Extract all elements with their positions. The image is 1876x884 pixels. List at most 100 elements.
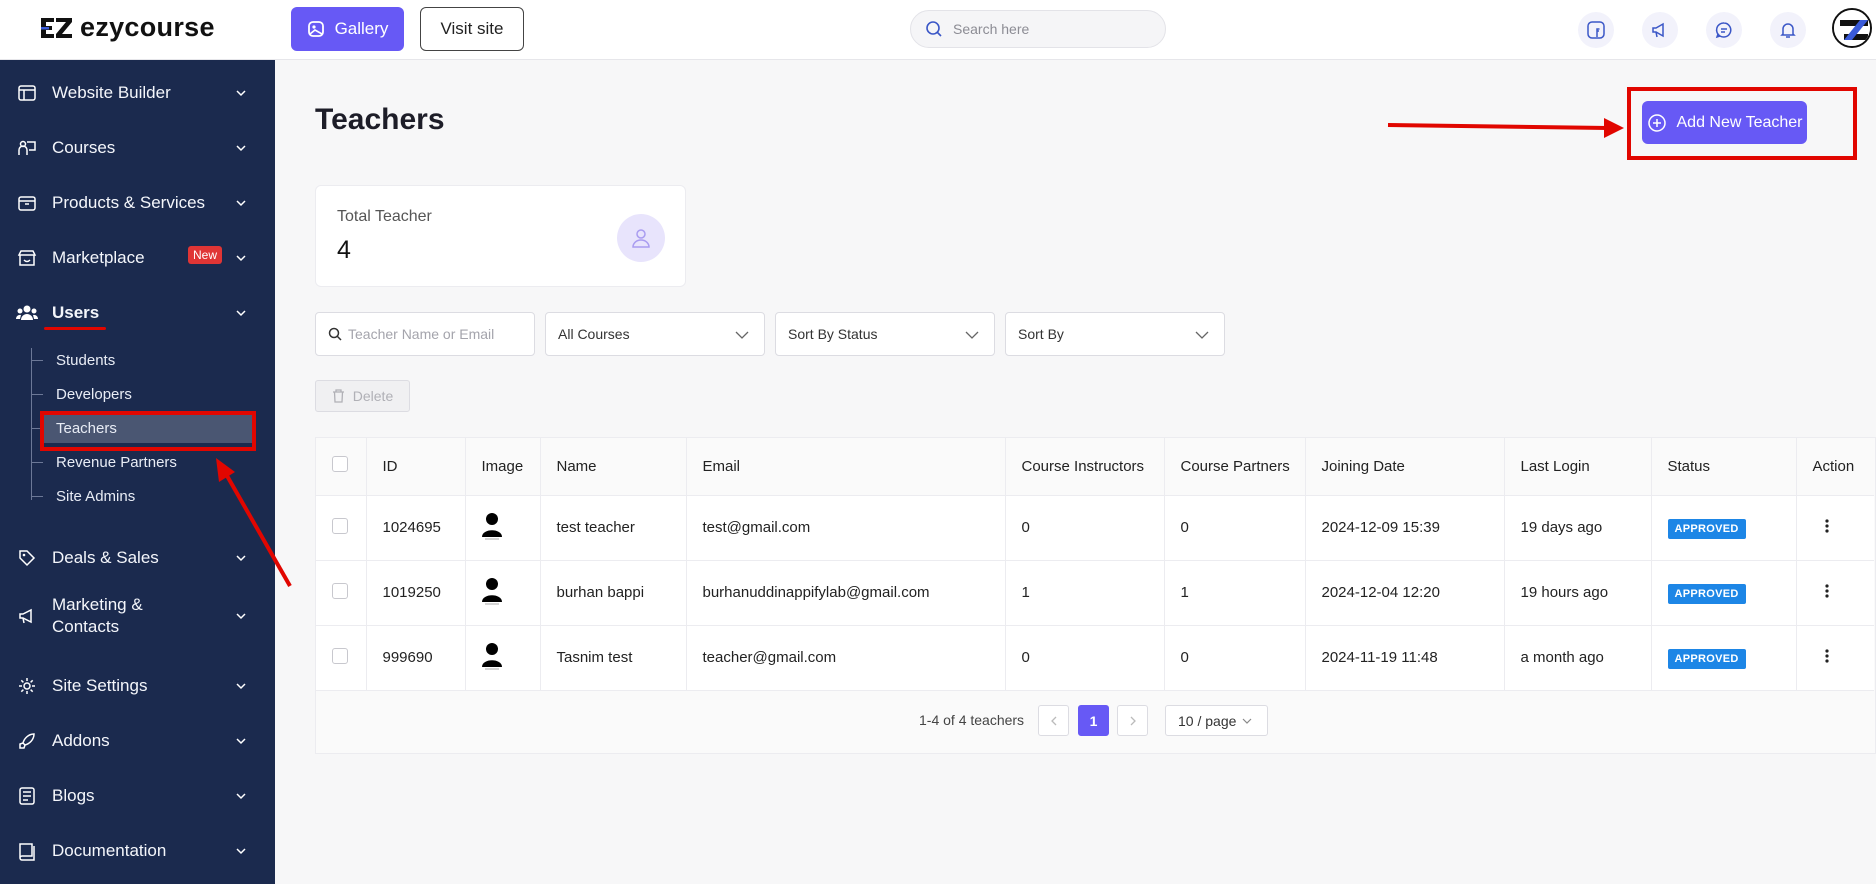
- stat-value: 4: [337, 236, 351, 264]
- cell-id: 1019250: [366, 560, 466, 626]
- sidebar-item-deals-sales[interactable]: Deals & Sales: [0, 536, 275, 580]
- users-icon: [16, 302, 38, 324]
- status-badge: APPROVED: [1667, 584, 1746, 604]
- row-select-cell: [316, 560, 367, 626]
- sort-by-value: Sort By: [1018, 326, 1064, 342]
- top-bar: ezycourse Gallery Visit site: [0, 0, 1876, 60]
- page-title: Teachers: [315, 103, 445, 136]
- total-teacher-card: Total Teacher 4: [315, 185, 686, 287]
- layout-icon: [16, 82, 38, 104]
- column-header-id[interactable]: ID: [366, 438, 466, 496]
- column-header-image: Image: [465, 438, 541, 496]
- sidebar-item-website-builder[interactable]: Website Builder: [0, 71, 275, 115]
- cell-name: burhan bappi: [540, 560, 687, 626]
- column-header-joining-date[interactable]: Joining Date: [1305, 438, 1505, 496]
- cell-id: 999690: [366, 625, 466, 691]
- cell-joining-date: 2024-11-19 11:48: [1305, 625, 1505, 691]
- courses-filter-select[interactable]: All Courses: [545, 312, 765, 356]
- bell-icon: [1780, 23, 1796, 38]
- brand-logo[interactable]: ezycourse: [38, 12, 215, 43]
- row-select-cell: [316, 625, 367, 691]
- sidebar-item-label: Addons: [52, 731, 110, 750]
- sidebar-item-products-services[interactable]: Products & Services: [0, 181, 275, 225]
- cell-partners: 0: [1164, 625, 1306, 691]
- column-header-course-instructors[interactable]: Course Instructors: [1005, 438, 1165, 496]
- gear-icon: [16, 675, 38, 697]
- gallery-button[interactable]: Gallery: [291, 7, 404, 51]
- sidebar-item-documentation[interactable]: Documentation: [0, 829, 275, 873]
- cell-status: APPROVED: [1651, 495, 1797, 561]
- sidebar-item-blogs[interactable]: Blogs: [0, 774, 275, 818]
- table-row[interactable]: 1019250 burhan bappi burhanuddinappifyla…: [316, 560, 1874, 626]
- column-header-course-partners[interactable]: Course Partners: [1164, 438, 1306, 496]
- sidebar-item-marketing-contacts[interactable]: Marketing & Contacts: [0, 584, 275, 648]
- table-row[interactable]: 1024695 test teacher test@gmail.com 0 0 …: [316, 495, 1874, 561]
- row-checkbox[interactable]: [332, 647, 348, 664]
- sidebar-item-users[interactable]: Users: [0, 291, 275, 335]
- store-icon: [16, 247, 38, 269]
- teacher-search-field[interactable]: [315, 312, 535, 356]
- column-header-status[interactable]: Status: [1651, 438, 1797, 496]
- add-new-teacher-button[interactable]: Add New Teacher: [1642, 101, 1807, 144]
- person-avatar-icon: [481, 512, 502, 539]
- cell-joining-date: 2024-12-04 12:20: [1305, 560, 1505, 626]
- sidebar-item-label: Marketplace: [52, 248, 145, 267]
- more-vertical-icon[interactable]: [1824, 518, 1829, 533]
- sidebar-subitem-site-admins[interactable]: Site Admins: [40, 481, 256, 511]
- cell-action: [1796, 495, 1874, 561]
- sidebar-item-label-line2: Contacts: [52, 617, 120, 636]
- more-vertical-icon[interactable]: [1824, 648, 1829, 663]
- chevron-down-icon: [735, 331, 749, 339]
- row-checkbox[interactable]: [332, 582, 348, 599]
- previous-page-button[interactable]: [1038, 705, 1069, 736]
- global-search-input[interactable]: [953, 21, 1143, 37]
- sidebar-subitem-students[interactable]: Students: [40, 345, 256, 375]
- chevron-down-icon: [236, 310, 246, 317]
- table-row[interactable]: 999690 Tasnim test teacher@gmail.com 0 0…: [316, 625, 1874, 691]
- sidebar-item-site-settings[interactable]: Site Settings: [0, 664, 275, 708]
- cell-last-login: 19 days ago: [1504, 495, 1652, 561]
- gallery-icon: [307, 21, 324, 37]
- cell-status: APPROVED: [1651, 560, 1797, 626]
- sidebar-item-label: Deals & Sales: [52, 548, 159, 567]
- sidebar-subitem-developers[interactable]: Developers: [40, 379, 256, 409]
- user-avatar[interactable]: [1832, 8, 1872, 48]
- next-page-button[interactable]: [1117, 705, 1148, 736]
- sidebar: Website Builder Courses Products & Servi…: [0, 60, 275, 884]
- column-header-email[interactable]: Email: [686, 438, 1006, 496]
- teacher-search-input[interactable]: [348, 326, 518, 342]
- courses-filter-value: All Courses: [558, 326, 630, 342]
- notifications-button[interactable]: [1770, 12, 1806, 48]
- column-header-action: Action: [1796, 438, 1874, 496]
- sidebar-item-courses[interactable]: Courses: [0, 126, 275, 170]
- delete-label: Delete: [352, 388, 394, 404]
- chevron-down-icon: [236, 200, 246, 207]
- page-button-current[interactable]: 1: [1078, 705, 1109, 736]
- delete-button[interactable]: Delete: [315, 380, 410, 412]
- sort-by-select[interactable]: Sort By: [1005, 312, 1225, 356]
- cell-name: Tasnim test: [540, 625, 687, 691]
- facebook-button[interactable]: [1578, 12, 1614, 48]
- announcements-button[interactable]: [1642, 12, 1678, 48]
- visit-site-button[interactable]: Visit site: [420, 7, 524, 51]
- chevron-down-icon: [236, 793, 246, 800]
- select-all-checkbox[interactable]: [332, 456, 348, 473]
- global-search[interactable]: [910, 10, 1166, 48]
- sidebar-item-label: Site Settings: [52, 676, 148, 695]
- column-header-last-login[interactable]: Last Login: [1504, 438, 1652, 496]
- plus-circle-icon: [1647, 113, 1666, 132]
- page-size-select[interactable]: 10 / page: [1165, 705, 1268, 736]
- avatar-logo-icon: [1834, 10, 1870, 46]
- more-vertical-icon[interactable]: [1824, 583, 1829, 598]
- sidebar-item-marketplace[interactable]: Marketplace New: [0, 236, 275, 280]
- chevron-down-icon: [965, 331, 979, 339]
- chevron-down-icon: [236, 255, 246, 262]
- row-select-cell: [316, 495, 367, 561]
- sidebar-item-addons[interactable]: Addons: [0, 719, 275, 763]
- messages-button[interactable]: [1706, 12, 1742, 48]
- sidebar-item-label: Documentation: [52, 841, 167, 860]
- status-sort-select[interactable]: Sort By Status: [775, 312, 995, 356]
- row-checkbox[interactable]: [332, 517, 348, 534]
- column-header-name[interactable]: Name: [540, 438, 687, 496]
- sidebar-subitem-revenue-partners[interactable]: Revenue Partners: [40, 447, 256, 477]
